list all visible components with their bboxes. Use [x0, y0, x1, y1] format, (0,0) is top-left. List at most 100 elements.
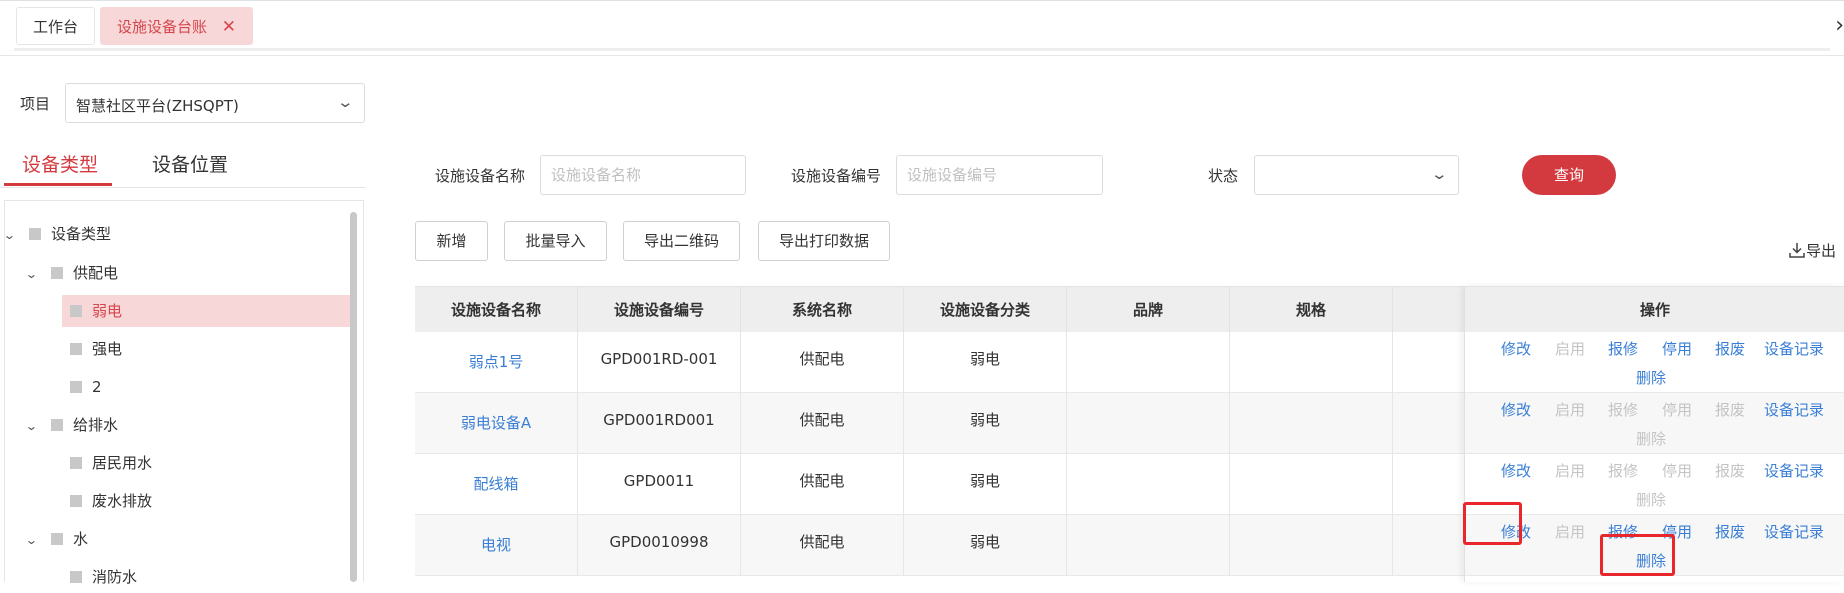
tree-expand-icon[interactable]: ⌄ [3, 219, 21, 251]
node-icon [70, 457, 82, 469]
brand [1067, 454, 1230, 515]
tab-bar: 工作台 设施设备台账 ✕ › [0, 0, 1844, 56]
tree-expand-icon[interactable]: ⌄ [25, 524, 43, 556]
project-select[interactable]: 智慧社区平台(ZHSQPT) ⌄ [65, 83, 365, 123]
node-icon [29, 228, 41, 240]
column-header[interactable]: 设施设备编号 [578, 286, 741, 332]
tree-node-fire-water[interactable]: 消防水 [62, 561, 137, 593]
tab-strip-scrollbar[interactable] [14, 48, 1830, 51]
tree-scrollbar[interactable] [350, 212, 357, 582]
export-print-button[interactable]: 导出打印数据 [758, 221, 890, 261]
op-delete-link[interactable]: 删除 [1636, 367, 1666, 388]
tab-device-location[interactable]: 设备位置 [152, 150, 228, 177]
column-header[interactable]: 设施设备名称 [415, 286, 578, 332]
column-header[interactable]: 品牌 [1067, 286, 1230, 332]
column-header[interactable]: 规格 [1230, 286, 1393, 332]
device-code: GPD001RD-001 [578, 332, 741, 393]
chevron-down-icon: ⌄ [336, 93, 355, 111]
add-button[interactable]: 新增 [415, 221, 488, 261]
code-filter-label: 设施设备编号 [791, 167, 882, 185]
op-edit-link[interactable]: 修改 [1501, 399, 1531, 420]
device-name-link[interactable]: 弱电设备A [415, 393, 578, 454]
op-scrap-link[interactable]: 报废 [1715, 399, 1745, 420]
op-delete-link[interactable]: 删除 [1636, 489, 1666, 510]
op-stop-link[interactable]: 停用 [1662, 399, 1692, 420]
system-name: 供配电 [741, 454, 904, 515]
name-filter-field[interactable] [540, 155, 746, 195]
tab-workbench[interactable]: 工作台 [16, 7, 96, 45]
tree-node-label: 给排水 [73, 416, 119, 434]
tree-node-power[interactable]: ⌄ 供配电 [25, 257, 119, 290]
status-select[interactable]: ⌄ [1254, 155, 1459, 195]
tree-node-weak-current[interactable]: 弱电 [62, 295, 350, 327]
device-category: 弱电 [904, 393, 1067, 454]
device-name-link[interactable]: 电视 [415, 515, 578, 576]
spec [1230, 454, 1393, 515]
name-filter-label: 设施设备名称 [435, 167, 526, 185]
op-stop-link[interactable]: 停用 [1662, 460, 1692, 481]
chevron-right-icon[interactable]: › [1835, 13, 1844, 38]
op-repair-link[interactable]: 报修 [1608, 399, 1638, 420]
tab-facility-ledger[interactable]: 设施设备台账 ✕ [100, 7, 254, 45]
op-enable-link[interactable]: 启用 [1555, 338, 1585, 359]
op-enable-link[interactable]: 启用 [1555, 521, 1585, 542]
spec [1230, 515, 1393, 576]
op-edit-link[interactable]: 修改 [1501, 460, 1531, 481]
tree-node-label: 居民用水 [92, 454, 153, 472]
export-label: 导出 [1806, 242, 1837, 260]
query-button[interactable]: 查询 [1522, 155, 1616, 195]
project-select-value: 智慧社区平台(ZHSQPT) [76, 97, 239, 115]
op-edit-link[interactable]: 修改 [1501, 338, 1531, 359]
op-record-link[interactable]: 设备记录 [1764, 460, 1824, 481]
op-enable-link[interactable]: 启用 [1555, 460, 1585, 481]
system-name: 供配电 [741, 393, 904, 454]
tree-node-water-supply[interactable]: ⌄ 给排水 [25, 409, 119, 442]
node-icon [70, 495, 82, 507]
device-name-link[interactable]: 配线箱 [415, 454, 578, 515]
tab-device-type[interactable]: 设备类型 [22, 150, 98, 177]
op-enable-link[interactable]: 启用 [1555, 399, 1585, 420]
op-record-link[interactable]: 设备记录 [1764, 521, 1824, 542]
close-icon[interactable]: ✕ [222, 17, 236, 37]
op-record-link[interactable]: 设备记录 [1764, 399, 1824, 420]
op-stop-link[interactable]: 停用 [1662, 338, 1692, 359]
node-icon [70, 343, 82, 355]
spec [1230, 393, 1393, 454]
op-scrap-link[interactable]: 报废 [1715, 338, 1745, 359]
op-repair-link[interactable]: 报修 [1608, 460, 1638, 481]
spec [1230, 332, 1393, 393]
op-delete-link[interactable]: 删除 [1636, 428, 1666, 449]
tree-node-label: 强电 [92, 340, 123, 358]
tree-node-2[interactable]: 2 [62, 371, 102, 403]
tree-node-resident-water[interactable]: 居民用水 [62, 447, 152, 479]
name-filter-input[interactable] [541, 156, 745, 194]
op-record-link[interactable]: 设备记录 [1764, 338, 1824, 359]
export-link[interactable]: 导出 [1788, 240, 1836, 261]
op-scrap-link[interactable]: 报废 [1715, 521, 1745, 542]
device-name-link[interactable]: 弱点1号 [415, 332, 578, 393]
tree-node-label: 废水排放 [92, 492, 153, 510]
column-header[interactable]: 设施设备分类 [904, 286, 1067, 332]
tree-node-waste-water[interactable]: 废水排放 [62, 485, 152, 517]
op-scrap-link[interactable]: 报废 [1715, 460, 1745, 481]
tree-node-label: 供配电 [73, 264, 119, 282]
tree-node-root[interactable]: ⌄ 设备类型 [3, 218, 111, 251]
export-qr-button[interactable]: 导出二维码 [623, 221, 740, 261]
tree-node-water[interactable]: ⌄ 水 [25, 523, 88, 556]
tree-expand-icon[interactable]: ⌄ [25, 258, 43, 290]
node-icon [70, 571, 82, 583]
node-icon [51, 267, 63, 279]
device-category: 弱电 [904, 515, 1067, 576]
brand [1067, 332, 1230, 393]
batch-import-button[interactable]: 批量导入 [504, 221, 607, 261]
code-filter-field[interactable] [896, 155, 1103, 195]
device-code: GPD001RD001 [578, 393, 741, 454]
device-code: GPD0010998 [578, 515, 741, 576]
node-icon [70, 305, 82, 317]
op-repair-link[interactable]: 报修 [1608, 338, 1638, 359]
column-header[interactable]: 系统名称 [741, 286, 904, 332]
tree-expand-icon[interactable]: ⌄ [25, 410, 43, 442]
tree-node-strong-current[interactable]: 强电 [62, 333, 122, 365]
code-filter-input[interactable] [897, 156, 1102, 194]
device-category: 弱电 [904, 332, 1067, 393]
